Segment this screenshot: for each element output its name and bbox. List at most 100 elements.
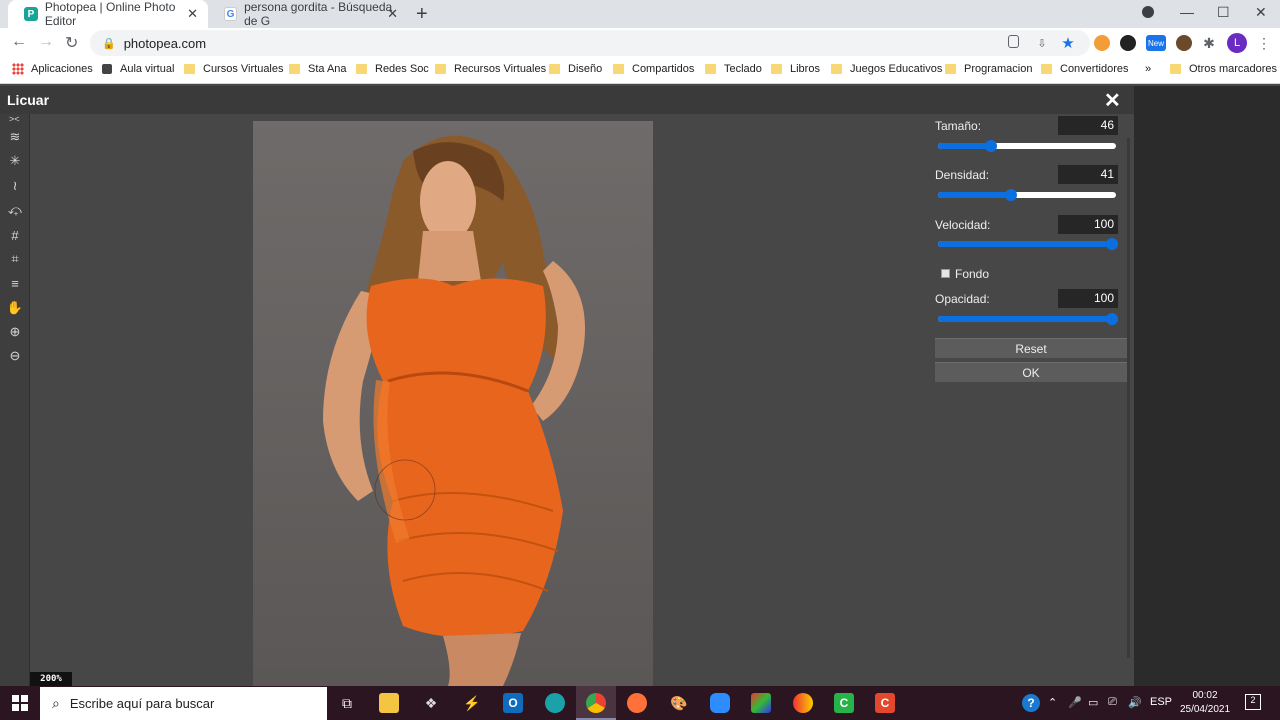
close-tab-icon[interactable]: ✕ — [387, 6, 398, 22]
bookmark-folder[interactable]: Programacion — [945, 63, 1032, 75]
microphone-icon[interactable]: 🎤 — [1068, 696, 1082, 709]
opacity-input[interactable]: 100 — [1058, 289, 1118, 308]
chevron-up-icon[interactable]: ⌃ — [1048, 696, 1057, 709]
reconstruct-tool-icon[interactable]: ≡ — [6, 274, 24, 292]
folder-icon — [356, 64, 367, 74]
network-icon[interactable]: ⎚ — [1108, 696, 1117, 709]
bookmark-folder[interactable]: Cursos Virtuales — [184, 63, 284, 75]
task-view-icon[interactable]: ⧉ — [337, 693, 357, 713]
outlook-icon[interactable]: O — [503, 693, 523, 713]
bookmarks-overflow-button[interactable]: » — [1145, 63, 1151, 75]
zoom-out-icon[interactable]: ⊖ — [6, 347, 24, 365]
aula-icon — [102, 64, 112, 74]
camtasia-icon[interactable]: C — [834, 693, 854, 713]
tab-search-icon[interactable] — [1142, 6, 1154, 18]
menu-dots-icon[interactable]: ⋮ — [1256, 35, 1272, 51]
photo-illustration — [323, 135, 585, 686]
chrome-icon[interactable] — [586, 693, 606, 713]
tab-photopea[interactable]: P Photopea | Online Photo Editor ✕ — [8, 0, 208, 28]
background-label: Fondo — [955, 267, 990, 281]
clipboard-icon[interactable] — [1008, 35, 1019, 48]
app-icon[interactable]: C — [875, 693, 895, 713]
battery-icon[interactable]: ▭ — [1088, 696, 1098, 709]
photo-preview[interactable] — [253, 121, 653, 686]
speed-input[interactable]: 100 — [1058, 215, 1118, 234]
bookmark-folder[interactable]: Juegos Educativos — [831, 63, 942, 75]
speed-slider[interactable] — [938, 238, 1118, 250]
bookmark-aula-virtual[interactable]: Aula virtual — [102, 63, 174, 75]
windows-start-icon[interactable] — [12, 695, 28, 711]
pucker-tool-icon[interactable]: ✳ — [6, 152, 24, 170]
forward-icon[interactable]: → — [38, 33, 54, 51]
bloat-tool-icon[interactable]: ⤽ — [6, 201, 24, 219]
bookmark-apps[interactable]: Aplicaciones — [12, 63, 93, 75]
bookmark-folder[interactable]: Teclado — [705, 63, 762, 75]
app-icon[interactable] — [793, 693, 813, 713]
bookmark-folder[interactable]: Sta Ana — [289, 63, 347, 75]
help-icon[interactable]: ? — [1022, 694, 1040, 712]
density-input[interactable]: 41 — [1058, 165, 1118, 184]
extension-icon[interactable] — [1176, 35, 1192, 51]
size-slider[interactable] — [938, 140, 1116, 152]
bookmark-folder[interactable]: Convertidores — [1041, 63, 1128, 75]
profile-avatar[interactable]: L — [1227, 33, 1247, 53]
push-left-tool-icon[interactable]: # — [6, 226, 24, 244]
tab-title: persona gordita - Búsqueda de G — [244, 0, 393, 28]
volume-icon[interactable]: 🔊 — [1128, 696, 1142, 709]
twirl-tool-icon[interactable]: ≀ — [6, 177, 24, 195]
language-indicator[interactable]: ESP — [1150, 696, 1172, 708]
taskbar-search[interactable]: ⌕ Escribe aquí para buscar — [40, 687, 327, 720]
new-tab-button[interactable]: + — [416, 3, 428, 26]
extension-icon[interactable] — [1120, 35, 1136, 51]
edge-icon[interactable] — [545, 693, 565, 713]
density-slider[interactable] — [938, 189, 1116, 201]
bookmark-folder[interactable]: Compartidos — [613, 63, 694, 75]
zoom-app-icon[interactable] — [710, 693, 730, 713]
collapse-toolbar-icon[interactable]: >< — [9, 114, 20, 124]
paint-icon[interactable]: 🎨 — [669, 693, 689, 713]
puzzle-icon[interactable]: ✱ — [1201, 35, 1217, 51]
bookmark-other[interactable]: Otros marcadores — [1170, 63, 1277, 75]
extension-icon[interactable] — [1094, 35, 1110, 51]
forward-warp-tool-icon[interactable]: ≋ — [6, 128, 24, 146]
bookmark-folder[interactable]: Recursos Virtuales — [435, 63, 546, 75]
folder-icon — [184, 64, 195, 74]
close-dialog-icon[interactable]: ✕ — [1104, 88, 1121, 113]
freeze-tool-icon[interactable]: ⌗ — [6, 250, 24, 268]
slider-knob[interactable] — [1106, 313, 1118, 325]
reset-button[interactable]: Reset — [935, 338, 1127, 358]
notifications-icon[interactable]: 2 — [1245, 694, 1261, 710]
maximize-button[interactable]: ☐ — [1217, 4, 1230, 21]
firefox-icon[interactable] — [627, 693, 647, 713]
hand-tool-icon[interactable]: ✋ — [6, 299, 24, 317]
zoom-in-icon[interactable]: ⊕ — [6, 323, 24, 341]
bookmark-folder[interactable]: Diseño — [549, 63, 602, 75]
slider-knob[interactable] — [1106, 238, 1118, 250]
app-icon[interactable] — [751, 693, 771, 713]
background-checkbox[interactable] — [941, 269, 950, 278]
minimize-button[interactable]: — — [1180, 4, 1194, 20]
new-badge-icon[interactable]: New — [1146, 35, 1166, 51]
bookmark-folder[interactable]: Libros — [771, 63, 820, 75]
address-bar[interactable]: 🔒 photopea.com — [90, 30, 1090, 56]
reload-icon[interactable]: ↻ — [65, 33, 78, 53]
back-icon[interactable]: ← — [11, 33, 27, 51]
app-icon[interactable]: ⚡ — [462, 693, 482, 713]
bookmark-folder[interactable]: Redes Soc — [356, 63, 429, 75]
right-gutter — [1134, 86, 1280, 686]
lock-icon: 🔒 — [102, 37, 116, 50]
size-input[interactable]: 46 — [1058, 116, 1118, 135]
file-explorer-icon[interactable] — [379, 693, 399, 713]
panel-scrollbar[interactable] — [1127, 138, 1130, 658]
tab-google-search[interactable]: G persona gordita - Búsqueda de G ✕ — [208, 0, 408, 28]
slider-knob[interactable] — [1004, 189, 1017, 201]
close-window-button[interactable]: ✕ — [1255, 4, 1267, 21]
install-icon[interactable]: ⇩ — [1034, 35, 1050, 51]
dropbox-icon[interactable]: ❖ — [421, 693, 441, 713]
clock[interactable]: 00:02 25/04/2021 — [1172, 689, 1238, 717]
ok-button[interactable]: OK — [935, 362, 1127, 382]
search-placeholder: Escribe aquí para buscar — [69, 696, 215, 711]
close-tab-icon[interactable]: ✕ — [187, 6, 198, 22]
opacity-slider[interactable] — [938, 313, 1118, 325]
bookmark-star-icon[interactable]: ★ — [1060, 35, 1076, 52]
